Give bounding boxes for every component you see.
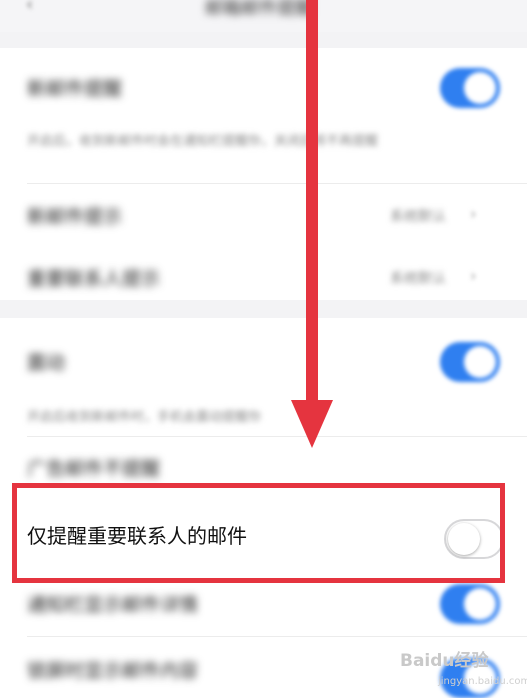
mail-notify-toggle[interactable] — [440, 68, 500, 108]
new-mail-sound-row[interactable]: 新邮件提示 系统默认 › — [0, 188, 527, 240]
mail-notify-description: 开启后，收到新邮件时会在通知栏提醒你，关闭后将不再提醒 — [27, 134, 379, 149]
back-arrow-icon[interactable]: ‹ — [26, 0, 44, 15]
divider — [27, 183, 527, 184]
toggle-knob — [464, 346, 496, 378]
new-mail-sound-value: 系统默认 — [390, 209, 446, 225]
toggle-knob — [464, 588, 496, 620]
vibrate-row[interactable]: 震动 — [0, 328, 527, 392]
top-bar: ‹ 邮箱邮件提醒 — [0, 0, 527, 32]
show-detail-toggle[interactable] — [440, 584, 500, 624]
annotation-arrow-shaft — [306, 0, 318, 408]
mail-notify-label: 新邮件提醒 — [27, 78, 123, 100]
toggle-knob — [464, 72, 496, 104]
chevron-right-icon: › — [470, 266, 477, 285]
lock-screen-label: 锁屏时显示邮件内容 — [27, 660, 199, 682]
vibrate-toggle[interactable] — [440, 342, 500, 382]
mail-notify-row[interactable]: 新邮件提醒 — [0, 60, 527, 120]
show-detail-row[interactable]: 通知栏显示邮件详情 — [0, 578, 527, 630]
chevron-right-icon: › — [470, 204, 477, 223]
vibrate-description: 开启后收到新邮件时，手机会震动提醒你 — [27, 410, 262, 425]
show-detail-label: 通知栏显示邮件详情 — [27, 594, 199, 616]
watermark-text: Baidu经验 — [400, 651, 489, 671]
important-sound-row[interactable]: 重要联系人提示 系统默认 › — [0, 250, 527, 302]
highlight-box — [12, 483, 505, 583]
new-mail-sound-label: 新邮件提示 — [27, 206, 123, 228]
divider — [27, 636, 527, 637]
annotation-arrow-head — [291, 400, 333, 448]
important-sound-label: 重要联系人提示 — [27, 268, 161, 290]
important-sound-value: 系统默认 — [390, 271, 446, 287]
ad-notify-label: 广告邮件不提醒 — [27, 458, 161, 480]
watermark-url: jingyan.baidu.com — [438, 676, 527, 687]
settings-page: ‹ 邮箱邮件提醒 新邮件提醒 开启后，收到新邮件时会在通知栏提醒你，关闭后将不再… — [0, 0, 527, 698]
vibrate-label: 震动 — [27, 352, 66, 374]
notification-settings-card: 新邮件提醒 开启后，收到新邮件时会在通知栏提醒你，关闭后将不再提醒 新邮件提示 … — [0, 48, 527, 300]
divider — [27, 436, 527, 437]
watermark: Baidu经验 jingyan.baidu.com — [390, 640, 527, 695]
